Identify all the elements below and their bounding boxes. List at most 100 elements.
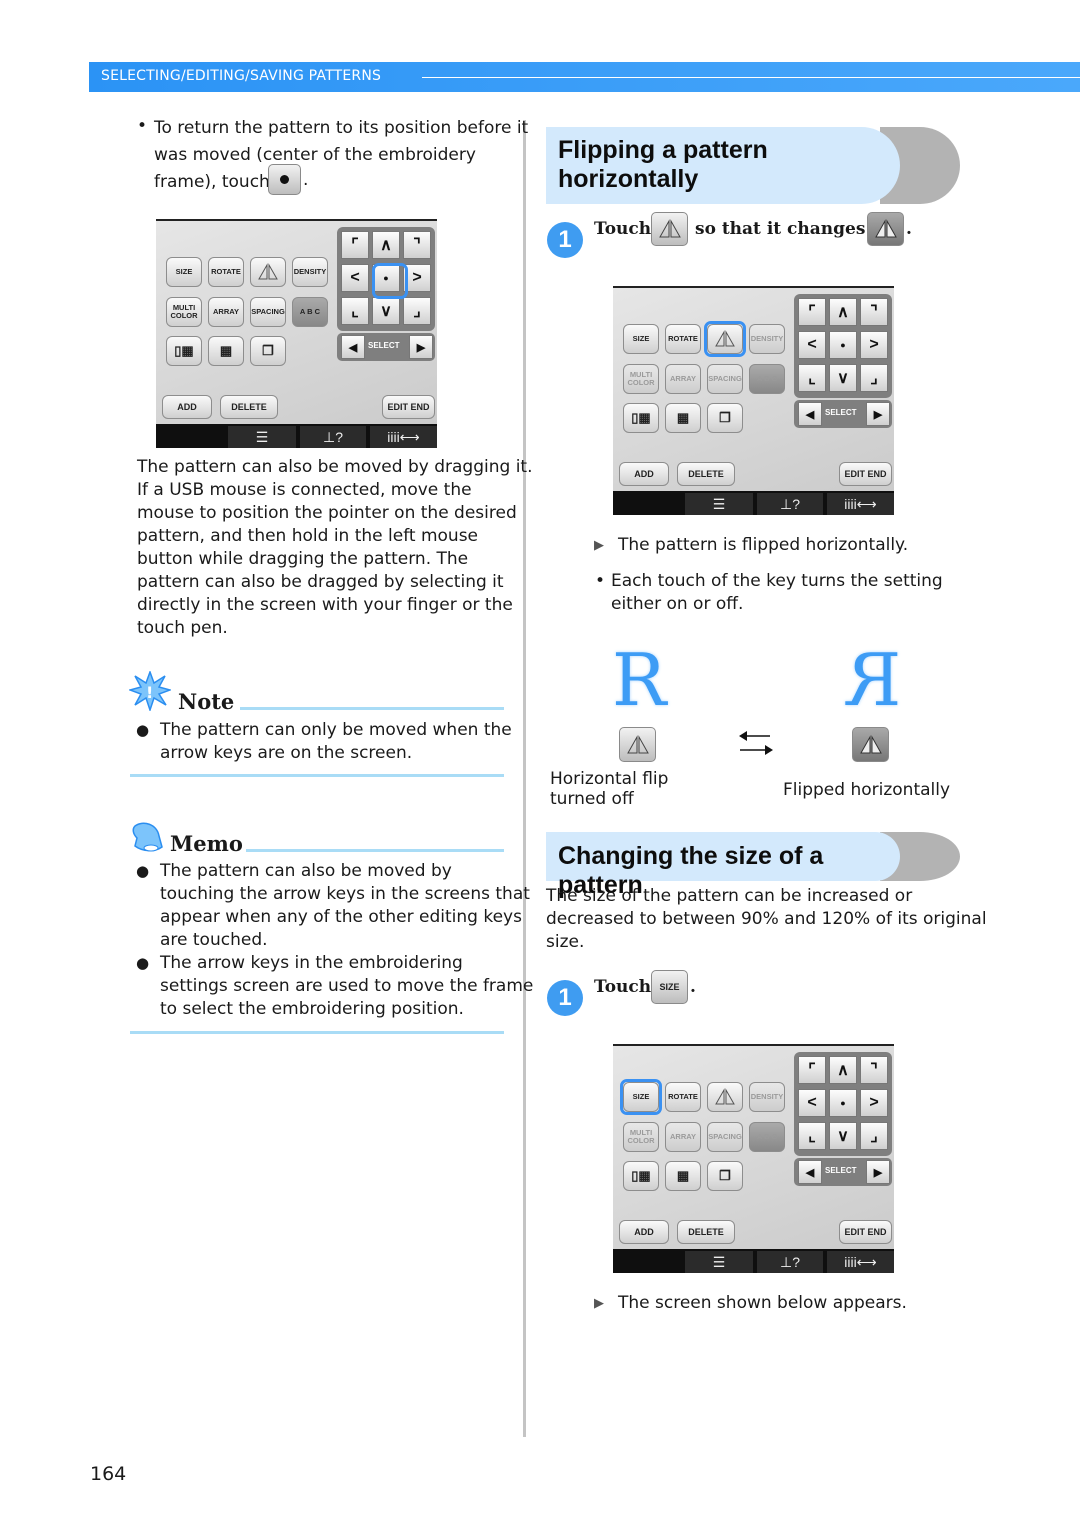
select-prev-button[interactable]: ◀ xyxy=(798,402,822,426)
density-button[interactable]: DENSITY xyxy=(749,1082,785,1112)
add-button[interactable]: ADD xyxy=(619,462,669,486)
add-button[interactable]: ADD xyxy=(619,1220,669,1244)
text-line: horizontally xyxy=(558,165,699,193)
arrow-key-left[interactable]: < xyxy=(798,1089,826,1117)
grid-button[interactable]: ▦ xyxy=(208,336,244,366)
arrow-key-down[interactable]: ∨ xyxy=(829,1122,857,1150)
multi-color-button[interactable]: MULTI COLOR xyxy=(166,297,202,327)
array-button[interactable]: ARRAY xyxy=(665,1122,701,1152)
pattern-flipped-image: R xyxy=(847,638,902,722)
select-prev-button[interactable]: ◀ xyxy=(798,1160,822,1184)
spacing-button[interactable]: SPACING xyxy=(707,1122,743,1152)
arrow-key-right[interactable]: > xyxy=(860,1089,888,1117)
arrow-key-center[interactable]: ● xyxy=(829,1089,857,1117)
arrow-key-right[interactable]: > xyxy=(860,331,888,359)
arrow-key-center[interactable]: ● xyxy=(829,331,857,359)
presser-foot-icon: ⊥ xyxy=(780,495,793,512)
border-button[interactable]: ▯▦ xyxy=(166,336,202,366)
delete-button[interactable]: DELETE xyxy=(677,462,735,486)
arrow-key-up-left[interactable]: ⌜ xyxy=(798,1056,826,1084)
list-icon[interactable]: ☰ xyxy=(228,426,296,448)
grid-button[interactable]: ▦ xyxy=(665,1161,701,1191)
select-label: SELECT xyxy=(825,408,857,417)
bullet: ● xyxy=(136,954,150,972)
edit-end-button[interactable]: EDIT END xyxy=(839,1220,892,1244)
text-line: either on or off. xyxy=(611,594,744,614)
arrow-key-down-left[interactable]: ⌞ xyxy=(798,364,826,392)
density-button[interactable]: DENSITY xyxy=(292,257,328,287)
help-button[interactable]: ⊥? xyxy=(300,426,366,448)
thread-trim-icon[interactable]: iiii⟷ xyxy=(827,493,894,515)
size-button[interactable]: SIZE xyxy=(623,324,659,354)
rotate-button[interactable]: ROTATE xyxy=(208,257,244,287)
arrow-key-down-right[interactable]: ⌟ xyxy=(403,297,431,325)
arrow-key-down-right[interactable]: ⌟ xyxy=(860,364,888,392)
spacing-button[interactable]: SPACING xyxy=(707,364,743,394)
rotate-button[interactable]: ROTATE xyxy=(665,324,701,354)
list-icon[interactable]: ☰ xyxy=(685,493,753,515)
arrow-key-up-right[interactable]: ⌝ xyxy=(860,1056,888,1084)
cut-letters-button[interactable]: A B C xyxy=(749,1122,785,1152)
help-button[interactable]: ⊥? xyxy=(757,1251,823,1273)
memo-item: The pattern can also be moved by touching… xyxy=(160,860,530,952)
center-key-icon xyxy=(268,164,301,195)
note-icon: ! xyxy=(129,671,171,711)
select-next-button[interactable]: ▶ xyxy=(866,1160,890,1184)
size-button[interactable]: SIZE xyxy=(166,257,202,287)
duplicate-button[interactable]: ❐ xyxy=(707,1161,743,1191)
list-icon[interactable]: ☰ xyxy=(685,1251,753,1273)
arrow-key-up-right[interactable]: ⌝ xyxy=(403,231,431,259)
grid-button[interactable]: ▦ xyxy=(665,403,701,433)
arrow-key-down[interactable]: ∨ xyxy=(829,364,857,392)
size-heading-box: Changing the size of a pattern xyxy=(546,832,900,899)
arrow-key-left[interactable]: < xyxy=(798,331,826,359)
section-title: SELECTING/EDITING/SAVING PATTERNS xyxy=(101,68,382,84)
cut-letters-button[interactable]: A B C xyxy=(292,297,328,327)
size-key-icon: SIZE xyxy=(651,970,688,1004)
border-button[interactable]: ▯▦ xyxy=(623,403,659,433)
duplicate-button[interactable]: ❐ xyxy=(707,403,743,433)
thread-trim-icon[interactable]: iiii⟷ xyxy=(370,426,437,448)
help-button[interactable]: ⊥? xyxy=(757,493,823,515)
arrow-key-down[interactable]: ∨ xyxy=(372,297,400,325)
edit-end-button[interactable]: EDIT END xyxy=(382,395,435,419)
delete-button[interactable]: DELETE xyxy=(677,1220,735,1244)
arrow-key-left[interactable]: < xyxy=(341,264,369,292)
text-line: settings screen are used to move the fra… xyxy=(160,976,534,996)
border-button[interactable]: ▯▦ xyxy=(623,1161,659,1191)
multi-color-button[interactable]: MULTI COLOR xyxy=(623,364,659,394)
arrow-key-up-left[interactable]: ⌜ xyxy=(798,298,826,326)
cut-letters-button[interactable]: A B C xyxy=(749,364,785,394)
select-next-button[interactable]: ▶ xyxy=(866,402,890,426)
spacing-button[interactable]: SPACING xyxy=(250,297,286,327)
arrow-key-down-left[interactable]: ⌞ xyxy=(341,297,369,325)
select-next-button[interactable]: ▶ xyxy=(409,335,433,359)
delete-button[interactable]: DELETE xyxy=(220,395,278,419)
select-prev-button[interactable]: ◀ xyxy=(341,335,365,359)
array-button[interactable]: ARRAY xyxy=(665,364,701,394)
memo-title-rule xyxy=(246,849,504,852)
flip-on-caption: Flipped horizontally xyxy=(783,780,951,800)
select-label: SELECT xyxy=(368,341,400,350)
result-arrow-icon: ▶ xyxy=(594,538,604,553)
arrow-key-up[interactable]: ∧ xyxy=(829,298,857,326)
arrow-key-up[interactable]: ∧ xyxy=(829,1056,857,1084)
flip-horizontal-button[interactable] xyxy=(250,257,286,287)
thread-trim-icon[interactable]: iiii⟷ xyxy=(827,1251,894,1273)
arrow-key-down-right[interactable]: ⌟ xyxy=(860,1122,888,1150)
density-button[interactable]: DENSITY xyxy=(749,324,785,354)
help-icon: ? xyxy=(792,1254,800,1270)
add-button[interactable]: ADD xyxy=(162,395,212,419)
flip-horizontal-button[interactable] xyxy=(707,1082,743,1112)
edit-end-button[interactable]: EDIT END xyxy=(839,462,892,486)
arrow-key-up-left[interactable]: ⌜ xyxy=(341,231,369,259)
arrow-key-down-left[interactable]: ⌞ xyxy=(798,1122,826,1150)
multi-color-button[interactable]: MULTI COLOR xyxy=(623,1122,659,1152)
arrow-key-up-right[interactable]: ⌝ xyxy=(860,298,888,326)
duplicate-button[interactable]: ❐ xyxy=(250,336,286,366)
note-title: Note xyxy=(178,689,235,714)
rotate-button[interactable]: ROTATE xyxy=(665,1082,701,1112)
step-number: 1 xyxy=(547,222,583,258)
arrow-key-up[interactable]: ∧ xyxy=(372,231,400,259)
array-button[interactable]: ARRAY xyxy=(208,297,244,327)
